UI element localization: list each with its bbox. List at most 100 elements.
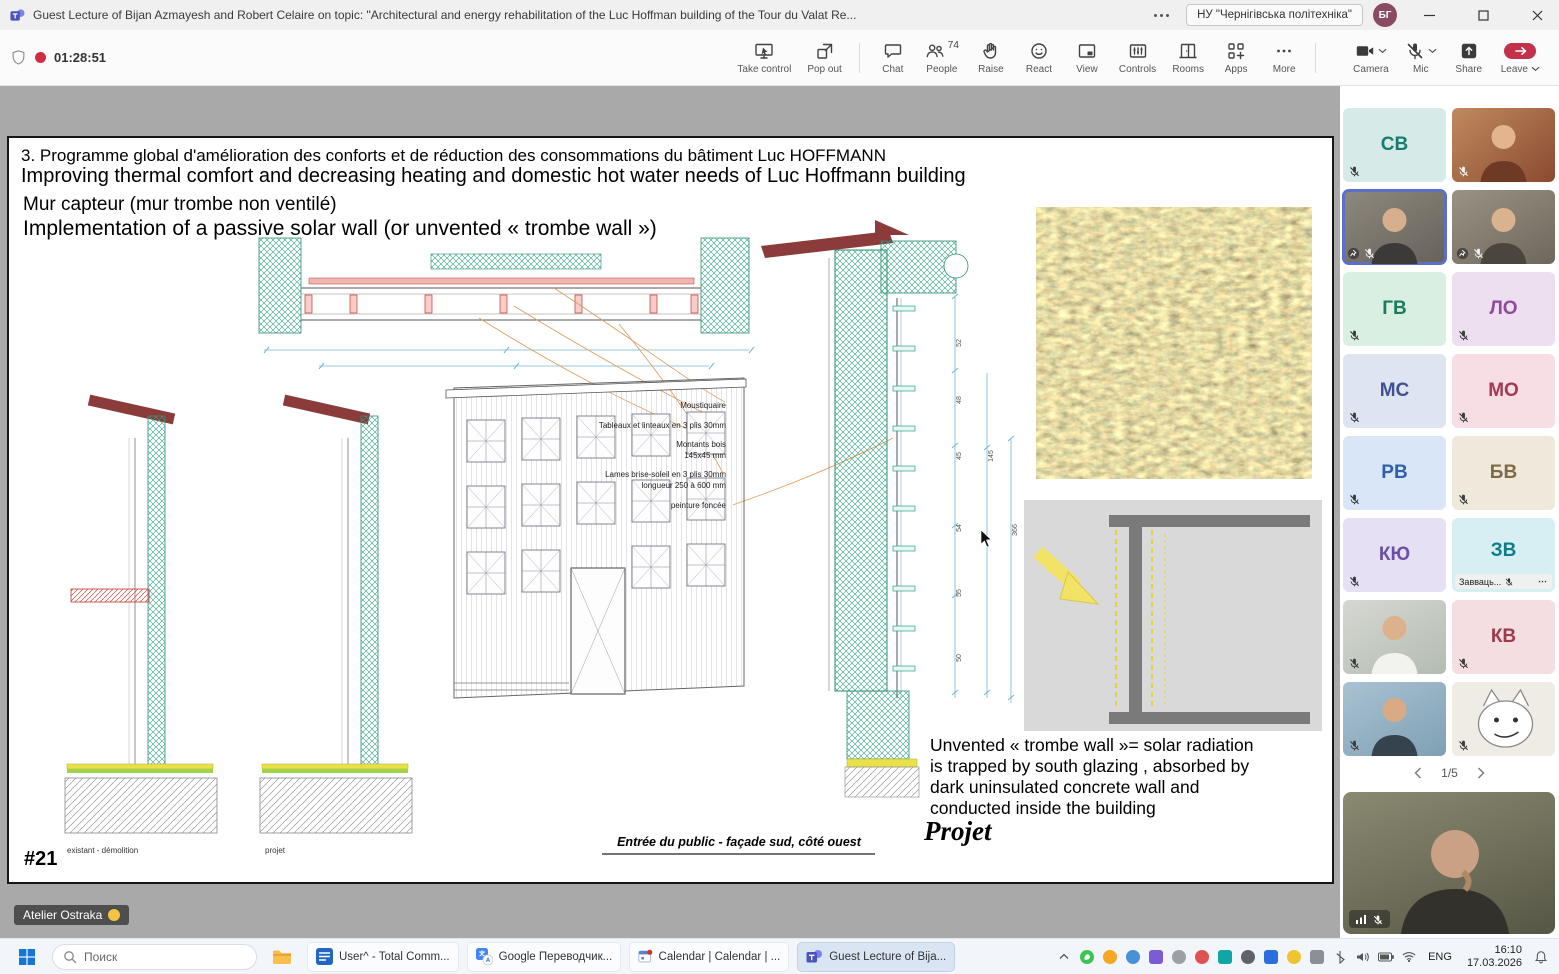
- taskbar-app-total-commander[interactable]: User^ - Total Comm...: [307, 942, 459, 972]
- raise-hand-button[interactable]: Raise: [968, 36, 1014, 80]
- react-button[interactable]: React: [1016, 36, 1062, 80]
- share-button[interactable]: Share: [1446, 36, 1492, 80]
- spotlight-pin-icon: [1347, 247, 1360, 260]
- tile-more-icon[interactable]: ⋯: [1538, 576, 1548, 587]
- window-maximize-button[interactable]: [1461, 0, 1505, 30]
- mic-off-icon: [1348, 165, 1361, 178]
- tray-app-icon[interactable]: [1240, 949, 1256, 965]
- tray-app-icon[interactable]: [1309, 949, 1325, 965]
- titlebar-more-button[interactable]: [1146, 0, 1176, 30]
- leave-label: Leave: [1501, 64, 1528, 75]
- participant-tile[interactable]: МС: [1343, 354, 1446, 428]
- tray-network-icon[interactable]: [1401, 949, 1417, 965]
- pager-prev-button[interactable]: [1409, 764, 1427, 782]
- participant-tile[interactable]: ЛО: [1452, 272, 1555, 346]
- camera-button[interactable]: Camera: [1346, 36, 1396, 80]
- presenter-video-tile[interactable]: [1343, 190, 1446, 264]
- take-control-icon: [754, 41, 774, 61]
- spotlight-pin-icon: [1456, 247, 1469, 260]
- windows-logo-icon: [18, 948, 36, 966]
- tray-expand-icon[interactable]: [1056, 949, 1072, 965]
- view-button[interactable]: View: [1064, 36, 1110, 80]
- participant-tile[interactable]: МО: [1452, 354, 1555, 428]
- tray-language-label[interactable]: ENG: [1424, 951, 1456, 963]
- leave-button[interactable]: Leave: [1494, 36, 1547, 80]
- presenter-name-chip: Atelier Ostraka: [14, 905, 129, 925]
- participant-tile[interactable]: БВ: [1452, 436, 1555, 510]
- participant-cat-avatar-tile[interactable]: [1452, 682, 1555, 756]
- pop-out-button[interactable]: Pop out: [800, 36, 848, 80]
- window-titlebar: Guest Lecture of Bijan Azmayesh and Robe…: [0, 0, 1559, 30]
- participant-video-tile[interactable]: [1452, 108, 1555, 182]
- tray-app-icon[interactable]: [1148, 949, 1164, 965]
- participant-tile[interactable]: КВ: [1452, 600, 1555, 674]
- tray-app-icon[interactable]: [1286, 949, 1302, 965]
- slide-number: #21: [24, 848, 57, 871]
- window-minimize-button[interactable]: [1407, 0, 1451, 30]
- tray-app-icon[interactable]: [1217, 949, 1233, 965]
- mic-off-icon: [1363, 247, 1376, 260]
- tray-battery-icon[interactable]: [1378, 949, 1394, 965]
- mic-off-icon: [1348, 329, 1361, 342]
- org-account-button[interactable]: НУ "Чернігівська політехніка": [1186, 4, 1363, 26]
- tray-volume-icon[interactable]: [1355, 949, 1371, 965]
- take-control-button[interactable]: Take control: [730, 36, 798, 80]
- tray-clock[interactable]: 16:10 17.03.2026: [1463, 944, 1526, 970]
- taskbar-app-label: User^ - Total Comm...: [339, 951, 450, 963]
- annotation-moustiquaire: Moustiquaire: [680, 401, 726, 410]
- taskbar: Поиск User^ - Total Comm... Google Перев…: [0, 938, 1559, 974]
- annotation-montants: Montants bois: [676, 440, 726, 449]
- taskbar-search[interactable]: Поиск: [52, 944, 257, 970]
- taskbar-app-teams-meeting[interactable]: Guest Lecture of Bija...: [797, 942, 955, 972]
- ellipsis-icon: [1154, 14, 1169, 17]
- more-button[interactable]: More: [1261, 36, 1307, 80]
- mic-off-icon: [1457, 657, 1470, 670]
- mic-off-icon: [1348, 493, 1361, 506]
- mic-off-icon: [1348, 657, 1361, 670]
- participant-tile[interactable]: КЮ: [1343, 518, 1446, 592]
- taskbar-file-explorer-button[interactable]: [265, 942, 299, 972]
- toolbar-divider: [859, 43, 860, 73]
- participant-video-tile[interactable]: [1343, 600, 1446, 674]
- start-button[interactable]: [10, 942, 44, 972]
- participants-panel: СВ ГВ ЛО МС МО РВ БВ КЮ: [1340, 86, 1559, 938]
- controls-button[interactable]: Controls: [1112, 36, 1163, 80]
- raise-hand-icon: [981, 41, 1001, 61]
- participant-tile[interactable]: СВ: [1343, 108, 1446, 182]
- participant-video-tile[interactable]: [1343, 682, 1446, 756]
- mic-off-icon: [1457, 329, 1470, 342]
- svg-text:52: 52: [956, 339, 963, 347]
- apps-button[interactable]: Apps: [1213, 36, 1259, 80]
- tray-whatsapp-icon[interactable]: [1079, 949, 1095, 965]
- participant-tile[interactable]: РВ: [1343, 436, 1446, 510]
- notification-badge: [647, 950, 652, 955]
- mic-off-icon: [1372, 913, 1384, 925]
- people-button[interactable]: 74 People: [918, 36, 966, 80]
- tray-app-icon[interactable]: [1171, 949, 1187, 965]
- mic-button[interactable]: Mic: [1398, 36, 1444, 80]
- mic-muted-icon: [1405, 41, 1425, 61]
- tray-app-icon[interactable]: [1125, 949, 1141, 965]
- tray-app-icon[interactable]: [1194, 949, 1210, 965]
- tray-app-icon[interactable]: [1263, 949, 1279, 965]
- taskbar-app-label: Google Переводчик...: [499, 951, 613, 963]
- system-tray: ENG 16:10 17.03.2026: [1056, 944, 1549, 970]
- taskbar-app-google-translate[interactable]: Google Переводчик...: [467, 942, 622, 972]
- toolbar-divider: [1315, 43, 1316, 73]
- pager-next-button[interactable]: [1472, 764, 1490, 782]
- participant-tile[interactable]: ГВ: [1343, 272, 1446, 346]
- chat-button[interactable]: Chat: [870, 36, 916, 80]
- apps-plus-icon: [1226, 41, 1246, 61]
- google-translate-icon: [476, 948, 493, 965]
- participant-tile[interactable]: ЗВ Завваць... ⋯: [1452, 518, 1555, 592]
- rooms-button[interactable]: Rooms: [1165, 36, 1211, 80]
- presenter-video-tile[interactable]: [1452, 190, 1555, 264]
- tray-app-icon[interactable]: [1102, 949, 1118, 965]
- notification-bell-icon[interactable]: [1533, 949, 1549, 965]
- profile-avatar[interactable]: БГ: [1373, 3, 1397, 27]
- spotlight-video-tile[interactable]: [1343, 792, 1555, 934]
- chevron-left-icon: [1414, 767, 1422, 779]
- window-close-button[interactable]: [1515, 0, 1559, 30]
- tray-bluetooth-icon[interactable]: [1332, 949, 1348, 965]
- taskbar-app-calendar[interactable]: Calendar | Calendar | ...: [629, 942, 789, 972]
